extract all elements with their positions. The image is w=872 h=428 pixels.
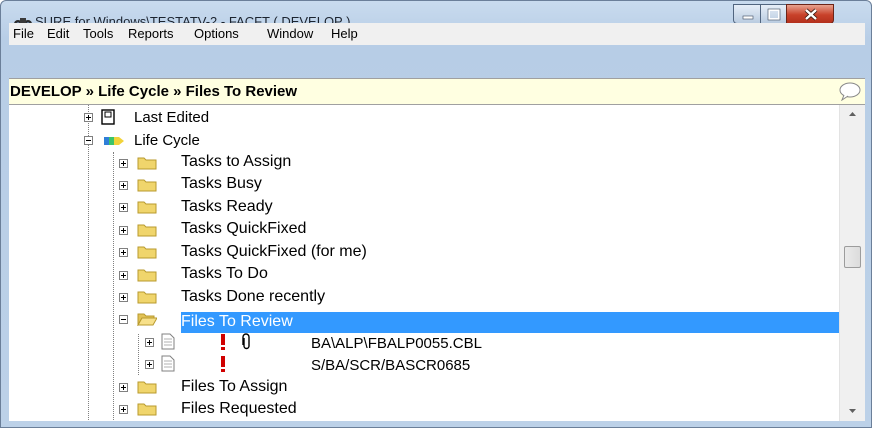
expand-toggle[interactable] [119, 293, 128, 302]
expand-toggle[interactable] [119, 226, 128, 235]
tree-node-tasks-quickfixed[interactable]: Tasks QuickFixed [181, 219, 306, 239]
menu-file[interactable]: File [13, 26, 34, 41]
tree-view[interactable]: Last Edited Life Cycle Tasks to Assign T… [9, 105, 839, 421]
scrollbar-thumb[interactable] [844, 246, 861, 268]
folder-icon [137, 246, 157, 259]
priority-alert-icon [221, 356, 225, 372]
close-icon [804, 8, 818, 21]
minimize-button[interactable] [733, 4, 761, 24]
document-icon [161, 333, 175, 350]
menu-bar: File Edit Tools Reports Options Window H… [9, 23, 865, 45]
breadcrumb-path: DEVELOP » Life Cycle » Files To Review [10, 83, 298, 100]
tree-node-files-to-review[interactable]: Files To Review [181, 312, 293, 332]
folder-icon [137, 269, 157, 282]
scroll-up-arrow-icon[interactable] [840, 105, 865, 122]
document-icon [161, 355, 175, 372]
collapse-toggle[interactable] [84, 136, 93, 145]
priority-alert-icon [221, 334, 225, 350]
app-window: SURE for Windows\TESTATV-2 - FACFT ( DEV… [0, 0, 872, 428]
expand-toggle[interactable] [119, 248, 128, 257]
menu-window[interactable]: Window [267, 26, 313, 41]
document-icon [101, 109, 115, 125]
tree-node-file[interactable]: BA\ALP\FBALP0055.CBL [311, 334, 482, 354]
maximize-button[interactable] [760, 4, 787, 24]
scroll-down-arrow-icon[interactable] [840, 403, 865, 420]
menu-reports[interactable]: Reports [128, 26, 174, 41]
expand-toggle[interactable] [119, 405, 128, 414]
open-folder-icon [137, 313, 157, 326]
tree-node-file[interactable]: S/BA/SCR/BASCR0685 [311, 356, 470, 376]
folder-icon [137, 224, 157, 237]
menu-edit[interactable]: Edit [47, 26, 69, 41]
breadcrumb: DEVELOP » Life Cycle » Files To Review [9, 78, 865, 105]
close-button[interactable] [786, 4, 834, 24]
expand-toggle[interactable] [145, 360, 154, 369]
tree-node-life-cycle[interactable]: Life Cycle [134, 131, 200, 151]
maximize-icon [767, 8, 781, 21]
expand-toggle[interactable] [84, 113, 93, 122]
expand-toggle[interactable] [119, 203, 128, 212]
folder-icon [137, 403, 157, 416]
folder-icon [137, 157, 157, 170]
menu-help[interactable]: Help [331, 26, 358, 41]
tree-node-tasks-to-do[interactable]: Tasks To Do [181, 264, 268, 284]
tree-node-files-requested[interactable]: Files Requested [181, 399, 297, 419]
tree-node-tasks-ready[interactable]: Tasks Ready [181, 197, 273, 217]
collapse-toggle[interactable] [119, 315, 128, 324]
tree-node-tasks-done-recently[interactable]: Tasks Done recently [181, 287, 325, 307]
tree-node-files-to-assign[interactable]: Files To Assign [181, 377, 287, 397]
vertical-scrollbar[interactable] [839, 105, 865, 421]
tree-node-last-edited[interactable]: Last Edited [134, 108, 209, 128]
folder-icon [137, 291, 157, 304]
life-cycle-icon [104, 137, 124, 145]
tree-line [138, 334, 139, 375]
tree-node-tasks-quickfixed-for-me[interactable]: Tasks QuickFixed (for me) [181, 242, 367, 262]
expand-toggle[interactable] [119, 181, 128, 190]
tree-line [113, 152, 114, 421]
expand-toggle[interactable] [119, 271, 128, 280]
tree-node-tasks-busy[interactable]: Tasks Busy [181, 174, 262, 194]
menu-options[interactable]: Options [194, 26, 239, 41]
minimize-icon [742, 15, 754, 20]
folder-icon [137, 201, 157, 214]
menu-tools[interactable]: Tools [83, 26, 113, 41]
expand-toggle[interactable] [145, 338, 154, 347]
speech-bubble-icon[interactable] [838, 81, 862, 101]
tree-node-tasks-to-assign[interactable]: Tasks to Assign [181, 152, 291, 172]
folder-icon [137, 381, 157, 394]
tree-line [88, 105, 89, 420]
attachment-icon [242, 333, 250, 350]
expand-toggle[interactable] [119, 383, 128, 392]
expand-toggle[interactable] [119, 159, 128, 168]
folder-icon [137, 179, 157, 192]
